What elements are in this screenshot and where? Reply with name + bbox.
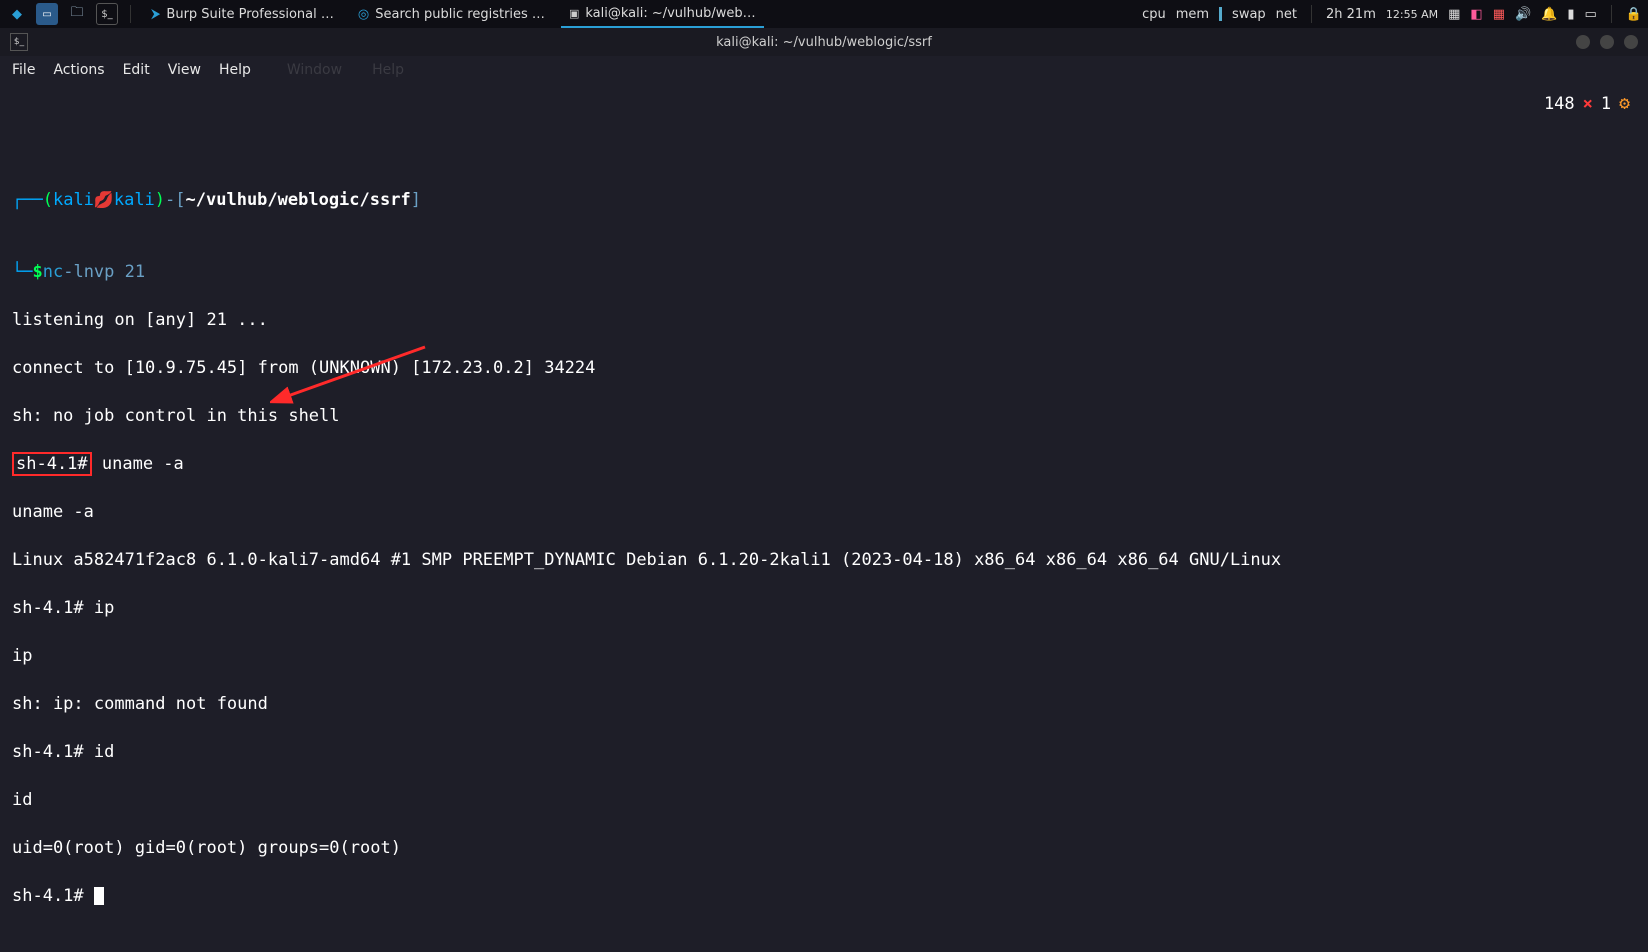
taskbar-tray: cpu mem swap net 2h 21m 12:55 AM ▦ ◧ ▦ 🔊… xyxy=(1142,0,1642,28)
cpu-label[interactable]: cpu xyxy=(1142,7,1166,22)
term-line: ip xyxy=(12,644,1636,668)
prompt-symbol: $ xyxy=(32,260,42,284)
workspace-icon[interactable]: ▭ xyxy=(36,3,58,25)
prompt-path: ~/vulhub/weblogic/ssrf xyxy=(186,188,411,212)
annotation-arrow-icon xyxy=(270,342,440,412)
taskbar-window-burp[interactable]: ⮞ Burp Suite Professional … xyxy=(143,0,342,28)
terminal-cursor xyxy=(94,887,104,905)
term-line: sh-4.1# id xyxy=(12,740,1636,764)
menu-file[interactable]: File xyxy=(12,62,35,78)
taskbar-left: ◆ ▭ 🗀 $_ ⮞ Burp Suite Professional … ◎ S… xyxy=(0,0,764,28)
term-line: uname -a xyxy=(12,500,1636,524)
desktop-taskbar: ◆ ▭ 🗀 $_ ⮞ Burp Suite Professional … ◎ S… xyxy=(0,0,1648,28)
lock-icon[interactable]: 🔒 xyxy=(1626,7,1642,22)
clock-label[interactable]: 12:55 AM xyxy=(1386,8,1438,21)
cube-icon[interactable]: ◧ xyxy=(1470,7,1482,22)
terminal-status-bar: 148 × 1 ⚙ xyxy=(1544,92,1630,116)
taskbar-window-browser[interactable]: ◎ Search public registries … xyxy=(350,0,553,28)
term-line: uid=0(root) gid=0(root) groups=0(root) xyxy=(12,836,1636,860)
volume-icon[interactable]: 🔊 xyxy=(1515,7,1531,22)
kiss-icon: 💋 xyxy=(94,188,114,212)
menu-actions[interactable]: Actions xyxy=(53,62,104,78)
terminal-command-line: └─$ nc -lnvp 21 xyxy=(12,260,1636,284)
grid-icon[interactable]: ▦ xyxy=(1493,7,1505,22)
menu-help[interactable]: Help xyxy=(219,62,251,78)
mem-label[interactable]: mem xyxy=(1176,7,1209,22)
ghost-burp-menu: Window Help xyxy=(287,62,404,78)
terminal-launcher-icon[interactable]: $_ xyxy=(96,3,118,25)
tray-separator xyxy=(1611,5,1612,23)
taskbar-window-label: Burp Suite Professional … xyxy=(166,7,333,22)
taskbar-window-label: Search public registries … xyxy=(375,7,545,22)
terminal-output[interactable]: 148 × 1 ⚙ ┌──(kali💋kali)-[~/vulhub/weblo… xyxy=(0,84,1648,952)
bell-icon[interactable]: 🔔 xyxy=(1541,7,1557,22)
battery-icon[interactable]: ▮ xyxy=(1567,7,1574,22)
highlighted-shell-prompt: sh-4.1# xyxy=(12,452,92,476)
prompt-host: kali xyxy=(114,188,155,212)
terminal-count: 1 xyxy=(1601,92,1611,116)
taskbar-window-label: kali@kali: ~/vulhub/web… xyxy=(585,6,755,21)
window-close-button[interactable] xyxy=(1624,35,1638,49)
command-args: -lnvp 21 xyxy=(63,260,145,284)
terminal-status-x-icon: × xyxy=(1583,92,1593,116)
term-line: id xyxy=(12,788,1636,812)
window-titlebar: $_ kali@kali: ~/vulhub/weblogic/ssrf xyxy=(0,28,1648,56)
term-line: sh: no job control in this shell xyxy=(12,404,1636,428)
browser-icon: ◎ xyxy=(358,7,369,22)
window-controls xyxy=(1576,35,1638,49)
prompt-user: kali xyxy=(53,188,94,212)
window-minimize-button[interactable] xyxy=(1576,35,1590,49)
window-maximize-button[interactable] xyxy=(1600,35,1614,49)
term-line: sh-4.1# ip xyxy=(12,596,1636,620)
taskbar-window-terminal[interactable]: ▣ kali@kali: ~/vulhub/web… xyxy=(561,0,764,28)
terminal-settings-gear-icon[interactable]: ⚙ xyxy=(1619,92,1630,116)
term-line: listening on [any] 21 ... xyxy=(12,308,1636,332)
screen-icon[interactable]: ▭ xyxy=(1585,7,1597,22)
net-label[interactable]: net xyxy=(1276,7,1297,22)
taskbar-separator xyxy=(130,5,131,23)
window-title: kali@kali: ~/vulhub/weblogic/ssrf xyxy=(716,35,932,50)
menu-edit[interactable]: Edit xyxy=(123,62,150,78)
kali-logo-icon[interactable]: ◆ xyxy=(6,3,28,25)
swap-label[interactable]: swap xyxy=(1232,7,1266,22)
calendar-icon[interactable]: ▦ xyxy=(1448,7,1460,22)
term-line: sh-4.1# xyxy=(12,884,1636,908)
command-name: nc xyxy=(43,260,63,284)
tray-separator xyxy=(1311,5,1312,23)
window-app-icon: $_ xyxy=(10,33,28,51)
file-manager-icon[interactable]: 🗀 xyxy=(66,3,88,25)
term-line: connect to [10.9.75.45] from (UNKNOWN) [… xyxy=(12,356,1636,380)
terminal-prompt: ┌──(kali💋kali)-[~/vulhub/weblogic/ssrf] xyxy=(12,188,1636,212)
menu-view[interactable]: View xyxy=(168,62,201,78)
terminal-icon: ▣ xyxy=(569,7,579,20)
burp-icon: ⮞ xyxy=(151,7,160,22)
term-line: sh: ip: command not found xyxy=(12,692,1636,716)
mem-bar xyxy=(1219,7,1222,21)
term-line: Linux a582471f2ac8 6.1.0-kali7-amd64 #1 … xyxy=(12,548,1636,572)
uptime-label: 2h 21m xyxy=(1326,7,1376,22)
terminal-col: 148 xyxy=(1544,92,1575,116)
term-line: sh-4.1# uname -a xyxy=(12,452,1636,476)
terminal-menu-bar: File Actions Edit View Help Window Help xyxy=(0,56,1648,84)
